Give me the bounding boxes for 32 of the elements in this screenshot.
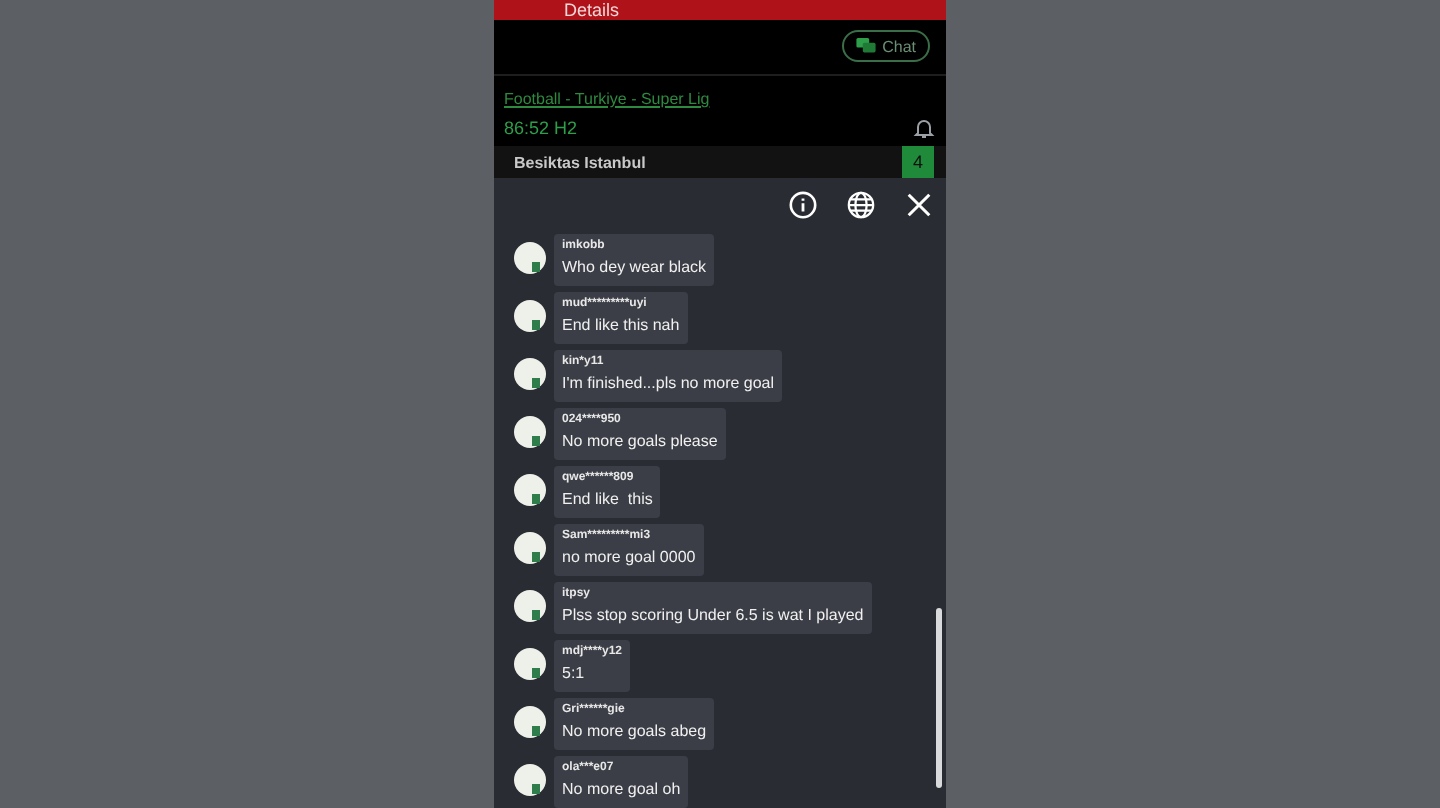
- chat-button[interactable]: Chat: [842, 30, 930, 62]
- bell-icon[interactable]: [912, 116, 936, 140]
- close-icon[interactable]: [904, 190, 934, 220]
- info-icon[interactable]: [788, 190, 818, 220]
- match-time: 86:52 H2: [504, 118, 578, 138]
- avatar-icon: [514, 416, 546, 448]
- message-text: Who dey wear black: [562, 256, 707, 280]
- avatar-icon: [514, 474, 546, 506]
- score: 4: [902, 146, 934, 178]
- chat-icon: [856, 38, 877, 54]
- avatar-icon: [514, 532, 546, 564]
- scrollbar[interactable]: [936, 608, 942, 788]
- team-name: Besiktas Istanbul: [514, 153, 646, 171]
- avatar-icon: [514, 764, 546, 796]
- avatar-icon: [514, 242, 546, 274]
- avatar-icon: [514, 706, 546, 738]
- globe-icon[interactable]: [846, 190, 876, 220]
- message-text: Plss stop scoring Under 6.5 is wat I played: [562, 604, 864, 628]
- message-text: End like this nah: [562, 314, 680, 338]
- message-text: No more goal oh: [562, 778, 681, 802]
- avatar-icon: [514, 590, 546, 622]
- league-link[interactable]: Football - Turkiye - Super Lig: [504, 90, 946, 108]
- message-text: No more goals abeg: [562, 720, 707, 744]
- message-text: 5:1: [562, 662, 587, 686]
- message-text: No more goals please: [562, 430, 718, 454]
- message-text: I'm finished...pls no more goal: [562, 372, 775, 396]
- screen-title: Details: [564, 0, 620, 20]
- avatar-icon: [514, 358, 546, 390]
- message-text: no more goal 0000: [562, 546, 696, 570]
- avatar-icon: [514, 648, 546, 680]
- avatar-icon: [514, 300, 546, 332]
- message-text: End like this: [562, 488, 653, 512]
